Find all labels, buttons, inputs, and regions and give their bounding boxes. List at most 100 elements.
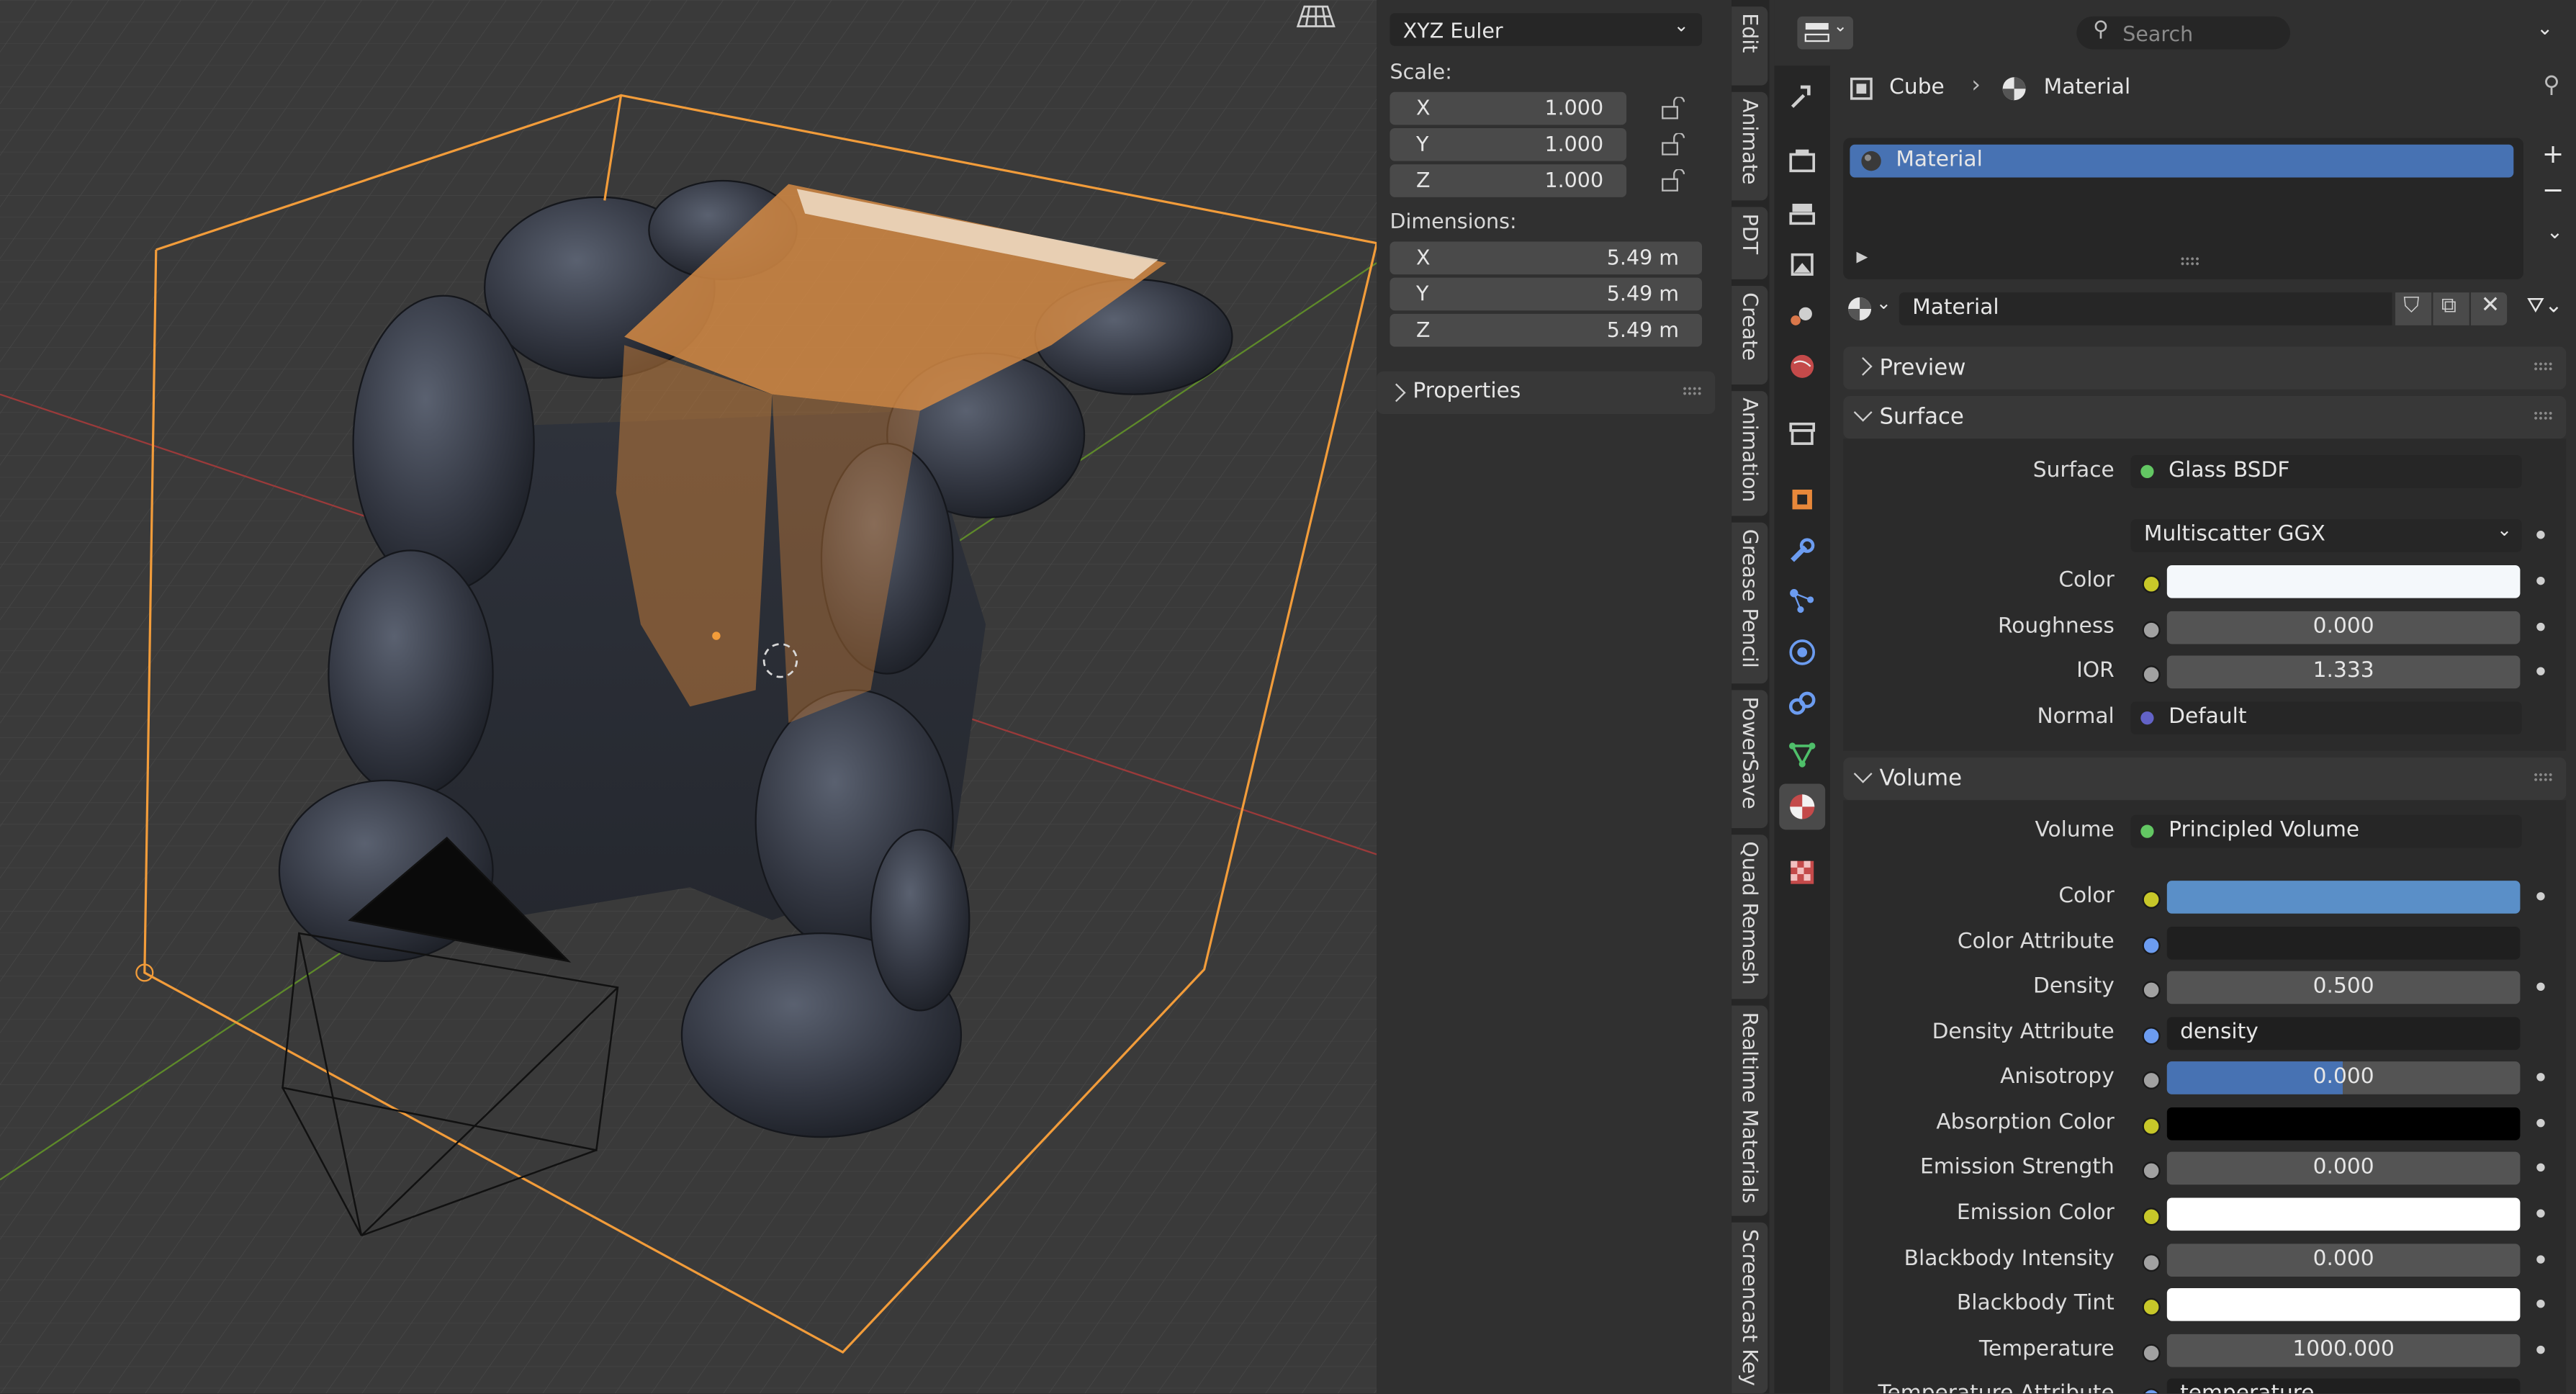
dimension-z-field[interactable]: Z 5.49 m <box>1390 313 1703 347</box>
render-icon[interactable] <box>1788 146 1817 176</box>
drag-handle-icon[interactable] <box>2533 361 2554 372</box>
unlock-icon[interactable] <box>1659 132 1686 156</box>
absorption-color-swatch[interactable] <box>2166 1107 2521 1141</box>
texture-icon[interactable] <box>1788 858 1817 887</box>
keyframe-dot[interactable] <box>2536 531 2545 539</box>
unlock-icon[interactable] <box>1659 169 1686 192</box>
keyframe-dot[interactable] <box>2536 982 2545 991</box>
material-name-field[interactable]: Material <box>1899 292 2392 325</box>
distribution-select[interactable]: Multiscatter GGX ⌄ <box>2130 519 2522 552</box>
drag-handle-icon[interactable] <box>2533 410 2554 421</box>
drag-handle-icon[interactable] <box>1682 386 1703 396</box>
add-slot-button[interactable]: + <box>2536 138 2570 171</box>
color-socket-icon[interactable] <box>2142 1208 2161 1226</box>
surface-shader-select[interactable]: Glass BSDF <box>2130 455 2522 488</box>
value-socket-icon[interactable] <box>2142 1161 2161 1180</box>
tab-realtime-materials[interactable]: Realtime Materials <box>1731 1005 1768 1216</box>
material-datablock[interactable]: ⌄ Material ⛉ ⧉ ✕ <box>1843 292 2526 325</box>
unlink-button[interactable]: ✕ <box>2470 292 2508 325</box>
list-item[interactable]: Material <box>1850 144 2514 178</box>
tab-quad-remesh[interactable]: Quad Remesh <box>1731 835 1768 999</box>
tab-powersave[interactable]: PowerSave <box>1731 690 1768 829</box>
world-icon[interactable] <box>1788 351 1817 381</box>
tab-screencast-key[interactable]: Screencast Key <box>1731 1222 1768 1394</box>
attribute-socket-icon[interactable] <box>2142 1027 2161 1046</box>
tab-animate[interactable]: Animate <box>1731 91 1768 201</box>
value-socket-icon[interactable] <box>2142 621 2161 639</box>
density-attribute-input[interactable]: density <box>2166 1017 2521 1051</box>
constraints-icon[interactable] <box>1788 688 1817 718</box>
value-socket-icon[interactable] <box>2142 1254 2161 1272</box>
pin-icon[interactable]: ⚲ <box>2543 72 2559 99</box>
drag-handle-icon[interactable] <box>2533 772 2554 783</box>
resize-handle-icon[interactable] <box>2180 256 2200 266</box>
properties-panel-header[interactable]: Properties <box>1377 371 1716 415</box>
tab-create[interactable]: Create <box>1731 286 1768 385</box>
search-input[interactable]: ⚲ Search <box>2076 16 2290 50</box>
3d-viewport[interactable] <box>0 0 1377 1394</box>
view-layer-icon[interactable] <box>1788 250 1817 279</box>
emission-strength-field[interactable]: 0.000 <box>2166 1151 2521 1185</box>
remove-slot-button[interactable]: − <box>2536 174 2570 207</box>
density-field[interactable]: 0.500 <box>2166 971 2521 1004</box>
tab-animation[interactable]: Animation <box>1731 391 1768 516</box>
keyframe-dot[interactable] <box>2536 622 2545 631</box>
duplicate-button[interactable]: ⧉ <box>2433 292 2469 325</box>
breadcrumb-material[interactable]: Material <box>2044 76 2131 100</box>
tab-edit[interactable]: Edit <box>1731 6 1768 86</box>
surface-panel-header[interactable]: Surface <box>1843 395 2567 439</box>
value-socket-icon[interactable] <box>2142 981 2161 999</box>
play-arrow-icon[interactable]: ▶ <box>1857 250 1868 266</box>
keyframe-dot[interactable] <box>2536 576 2545 585</box>
rotation-mode-select[interactable]: XYZ Euler ⌄ <box>1390 13 1703 46</box>
modifier-wrench-icon[interactable] <box>1788 536 1817 565</box>
keyframe-dot[interactable] <box>2536 892 2545 901</box>
output-icon[interactable] <box>1788 199 1817 228</box>
normal-input[interactable]: Default <box>2130 701 2522 735</box>
glass-color-swatch[interactable] <box>2166 565 2521 598</box>
tool-icon[interactable] <box>1788 82 1817 112</box>
object-icon[interactable] <box>1788 485 1817 514</box>
scale-y-field[interactable]: Y 1.000 <box>1390 127 1627 161</box>
keyframe-dot[interactable] <box>2536 1299 2545 1308</box>
color-attribute-input[interactable] <box>2166 926 2521 960</box>
material-browse-icon[interactable] <box>1847 296 1873 323</box>
roughness-slider[interactable]: 0.000 <box>2166 611 2521 644</box>
temperature-field[interactable]: 1000.000 <box>2166 1334 2521 1367</box>
color-socket-icon[interactable] <box>2142 1117 2161 1136</box>
keyframe-dot[interactable] <box>2536 1255 2545 1264</box>
anisotropy-slider[interactable]: 0.000 <box>2166 1061 2521 1094</box>
keyframe-dot[interactable] <box>2536 1118 2545 1128</box>
scene-icon[interactable] <box>1788 301 1817 330</box>
particles-icon[interactable] <box>1788 587 1817 616</box>
chevron-down-icon[interactable]: ⌄ <box>2536 17 2553 40</box>
value-socket-icon[interactable] <box>2142 665 2161 684</box>
volume-shader-select[interactable]: Principled Volume <box>2130 814 2522 848</box>
volume-panel-header[interactable]: Volume <box>1843 757 2567 801</box>
scale-z-field[interactable]: Z 1.000 <box>1390 164 1627 197</box>
tab-grease-pencil[interactable]: Grease Pencil <box>1731 522 1768 684</box>
emission-color-swatch[interactable] <box>2166 1197 2521 1231</box>
keyframe-dot[interactable] <box>2536 667 2545 675</box>
breadcrumb-object[interactable]: Cube <box>1889 76 1945 100</box>
preview-panel-header[interactable]: Preview <box>1843 346 2567 390</box>
value-socket-icon[interactable] <box>2142 1071 2161 1089</box>
physics-icon[interactable] <box>1788 637 1817 667</box>
tab-pdt[interactable]: PDT <box>1731 207 1768 279</box>
unlock-icon[interactable] <box>1659 96 1686 120</box>
keyframe-dot[interactable] <box>2536 1209 2545 1218</box>
color-socket-icon[interactable] <box>2142 575 2161 593</box>
editor-type-button[interactable]: ⌄ <box>1797 16 1853 50</box>
material-icon[interactable] <box>1788 792 1817 822</box>
blackbody-tint-swatch[interactable] <box>2166 1288 2521 1321</box>
attribute-socket-icon[interactable] <box>2142 936 2161 955</box>
ior-field[interactable]: 1.333 <box>2166 655 2521 689</box>
color-socket-icon[interactable] <box>2142 1298 2161 1316</box>
volume-color-swatch[interactable] <box>2166 881 2521 914</box>
dimension-y-field[interactable]: Y 5.49 m <box>1390 277 1703 311</box>
color-socket-icon[interactable] <box>2142 890 2161 909</box>
collection-icon[interactable] <box>1788 419 1817 449</box>
attribute-socket-icon[interactable] <box>2142 1388 2161 1394</box>
keyframe-dot[interactable] <box>2536 1163 2545 1172</box>
chevron-down-icon[interactable]: ⌄ <box>2546 220 2563 243</box>
